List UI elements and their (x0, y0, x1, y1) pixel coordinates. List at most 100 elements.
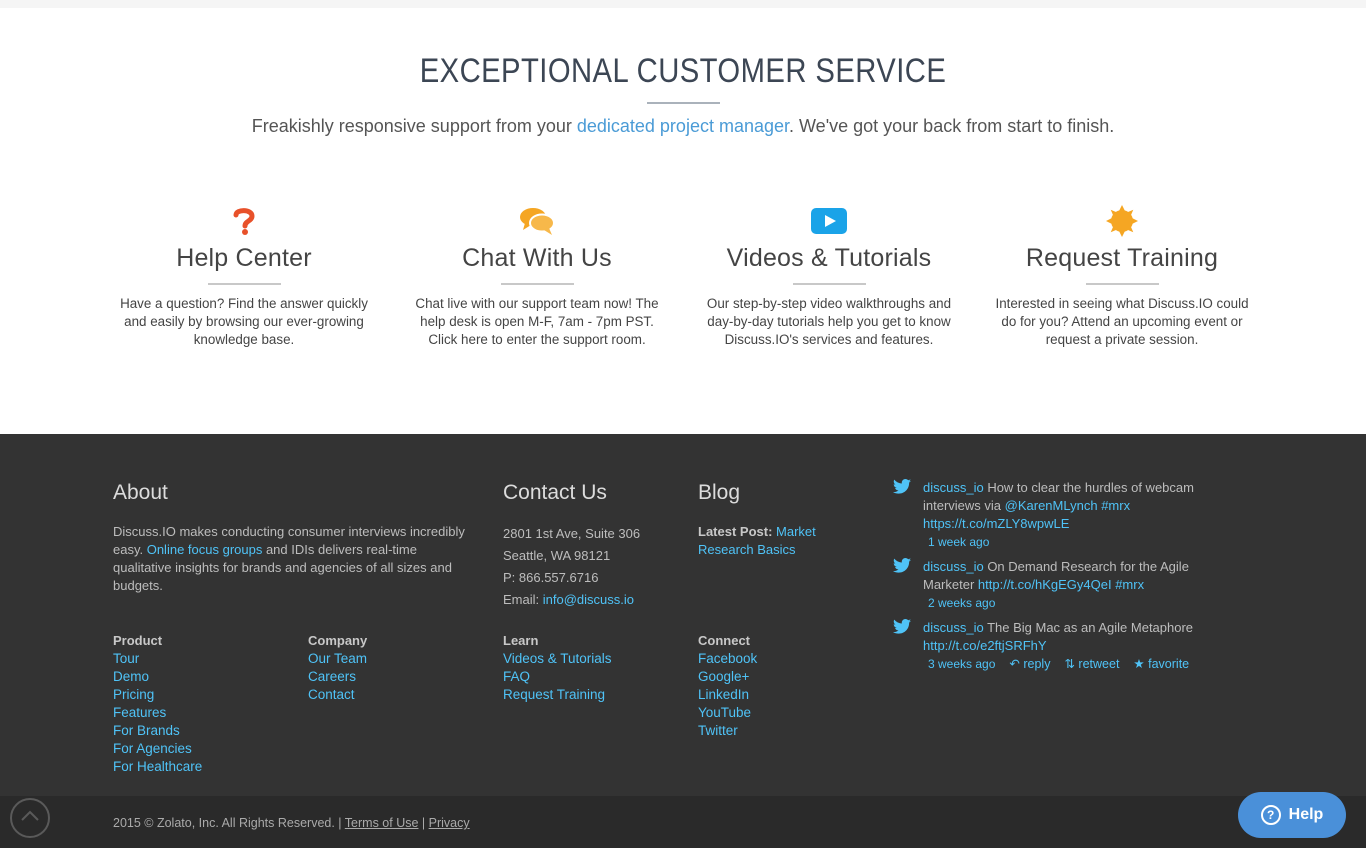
tweet-url-link[interactable]: https://t.co/mZLY8wpwLE (923, 516, 1069, 531)
link-demo[interactable]: Demo (113, 668, 202, 686)
tweet-text: discuss_io On Demand Research for the Ag… (923, 559, 1189, 592)
feature-title: Videos & Tutorials (726, 244, 932, 272)
tweet-time[interactable]: 1 week ago (928, 533, 1213, 551)
tweet-hashtag-link[interactable]: #mrx (1112, 577, 1144, 592)
privacy-link[interactable]: Privacy (429, 816, 470, 830)
footer-product-links: Product Tour Demo Pricing Features For B… (113, 632, 202, 776)
tweet-hashtag-link[interactable]: #mrx (1098, 498, 1130, 513)
tweet-time[interactable]: 2 weeks ago (928, 594, 1213, 612)
contact-heading: Contact Us (503, 481, 607, 504)
feature-request-training[interactable]: Request Training Interested in seeing wh… (987, 204, 1257, 349)
tweet-item: discuss_io How to clear the hurdles of w… (893, 479, 1213, 551)
tweet-url-link[interactable]: http://t.co/e2ftjSRFhY (923, 638, 1047, 653)
question-circle-icon: ? (1260, 805, 1281, 825)
feature-text: Have a question? Find the answer quickly… (120, 296, 368, 347)
latest-post: Latest Post: Market Research Basics (698, 524, 816, 557)
question-mark-icon (109, 204, 379, 238)
about-text: Discuss.IO makes conducting consumer int… (113, 524, 465, 593)
tweet-item: discuss_io On Demand Research for the Ag… (893, 558, 1213, 612)
link-facebook[interactable]: Facebook (698, 650, 757, 668)
reply-icon: ↶ (1009, 657, 1020, 671)
feature-chat-with-us[interactable]: Chat With Us Chat live with our support … (402, 204, 672, 349)
tweet-mention-link[interactable]: @KarenMLynch (1005, 498, 1098, 513)
star-icon: ★ (1133, 657, 1145, 671)
tweet-actions: 3 weeks ago ↶ reply ⇅ retweet ★ favorite (928, 655, 1213, 673)
dedicated-project-manager-link[interactable]: dedicated project manager (577, 116, 789, 136)
link-videos-tutorials[interactable]: Videos & Tutorials (503, 650, 612, 668)
terms-of-use-link[interactable]: Terms of Use (345, 816, 419, 830)
feature-divider (792, 283, 866, 285)
title-divider (647, 102, 720, 104)
section-title: EXCEPTIONAL CUSTOMER SERVICE (419, 52, 947, 90)
connect-heading: Connect (698, 633, 750, 648)
feature-text: Our step-by-step video walkthroughs and … (706, 296, 952, 347)
product-heading: Product (113, 633, 163, 648)
help-button[interactable]: ? Help (1238, 792, 1346, 838)
chevron-up-icon (20, 809, 40, 827)
learn-heading: Learn (503, 633, 539, 648)
tweet-user-link[interactable]: discuss_io (923, 620, 984, 635)
online-focus-groups-link[interactable]: Online focus groups (147, 542, 263, 557)
contact-details: 2801 1st Ave, Suite 306 Seattle, WA 9812… (503, 523, 683, 611)
tweet-favorite-button[interactable]: ★ favorite (1133, 655, 1189, 673)
email-line: Email: info@discuss.io (503, 592, 634, 607)
copyright: 2015 © Zolato, Inc. All Rights Reserved.… (113, 816, 470, 830)
address-line-2: Seattle, WA 98121 (503, 548, 611, 563)
tweet-user-link[interactable]: discuss_io (923, 559, 984, 574)
link-careers[interactable]: Careers (308, 668, 367, 686)
help-label: Help (1288, 806, 1324, 823)
link-for-agencies[interactable]: For Agencies (113, 740, 202, 758)
about-heading: About (113, 481, 168, 504)
link-features[interactable]: Features (113, 704, 202, 722)
tweet-text: discuss_io How to clear the hurdles of w… (923, 480, 1194, 531)
tweet-reply-button[interactable]: ↶ reply (1009, 655, 1050, 673)
link-linkedin[interactable]: LinkedIn (698, 686, 757, 704)
subtitle-text: Freakishly responsive support from your (251, 116, 577, 136)
feature-text: Chat live with our support team now! The… (415, 296, 659, 347)
link-for-brands[interactable]: For Brands (113, 722, 202, 740)
twitter-bird-icon (893, 479, 911, 499)
scroll-to-top-button[interactable] (10, 798, 50, 838)
tweet-text: discuss_io The Big Mac as an Agile Metap… (923, 620, 1194, 653)
email-link[interactable]: info@discuss.io (543, 592, 634, 607)
link-twitter[interactable]: Twitter (698, 722, 757, 740)
tweet-retweet-button[interactable]: ⇅ retweet (1064, 655, 1119, 673)
feature-divider (500, 283, 574, 285)
section-subtitle: Freakishly responsive support from your … (0, 116, 1366, 137)
link-for-healthcare[interactable]: For Healthcare (113, 758, 202, 776)
tweet-url-link[interactable]: http://t.co/hKgEGy4QeI (978, 577, 1112, 592)
footer-company-links: Company Our Team Careers Contact (308, 632, 367, 704)
feature-title: Help Center (176, 244, 312, 272)
bottom-bar: 2015 © Zolato, Inc. All Rights Reserved.… (0, 792, 1366, 848)
twitter-bird-icon (893, 619, 911, 639)
play-video-icon (694, 204, 964, 238)
feature-divider (1085, 283, 1159, 285)
footer-learn-links: Learn Videos & Tutorials FAQ Request Tra… (503, 632, 612, 704)
feature-help-center[interactable]: Help Center Have a question? Find the an… (109, 204, 379, 349)
link-pricing[interactable]: Pricing (113, 686, 202, 704)
tweet-user-link[interactable]: discuss_io (923, 480, 984, 495)
footer-about: About Discuss.IO makes conducting consum… (113, 481, 478, 595)
feature-videos-tutorials[interactable]: Videos & Tutorials Our step-by-step vide… (694, 204, 964, 349)
site-footer: About Discuss.IO makes conducting consum… (0, 434, 1366, 796)
footer-blog: Blog Latest Post: Market Research Basics (698, 481, 838, 559)
footer-connect-links: Connect Facebook Google+ LinkedIn YouTub… (698, 632, 757, 740)
link-faq[interactable]: FAQ (503, 668, 612, 686)
subtitle-text-end: . We've got your back from start to fini… (789, 116, 1115, 136)
address-line-1: 2801 1st Ave, Suite 306 (503, 526, 641, 541)
link-contact[interactable]: Contact (308, 686, 367, 704)
blog-heading: Blog (698, 481, 741, 504)
top-strip (0, 0, 1366, 8)
link-our-team[interactable]: Our Team (308, 650, 367, 668)
link-google-plus[interactable]: Google+ (698, 668, 757, 686)
link-request-training[interactable]: Request Training (503, 686, 612, 704)
feature-divider (207, 283, 281, 285)
link-tour[interactable]: Tour (113, 650, 202, 668)
feature-title: Chat With Us (462, 244, 612, 272)
phone-number: P: 866.557.6716 (503, 570, 599, 585)
tweet-item: discuss_io The Big Mac as an Agile Metap… (893, 619, 1213, 673)
link-youtube[interactable]: YouTube (698, 704, 757, 722)
retweet-icon: ⇅ (1064, 657, 1075, 671)
feature-title: Request Training (1025, 244, 1219, 272)
tweet-time[interactable]: 3 weeks ago (928, 655, 995, 673)
